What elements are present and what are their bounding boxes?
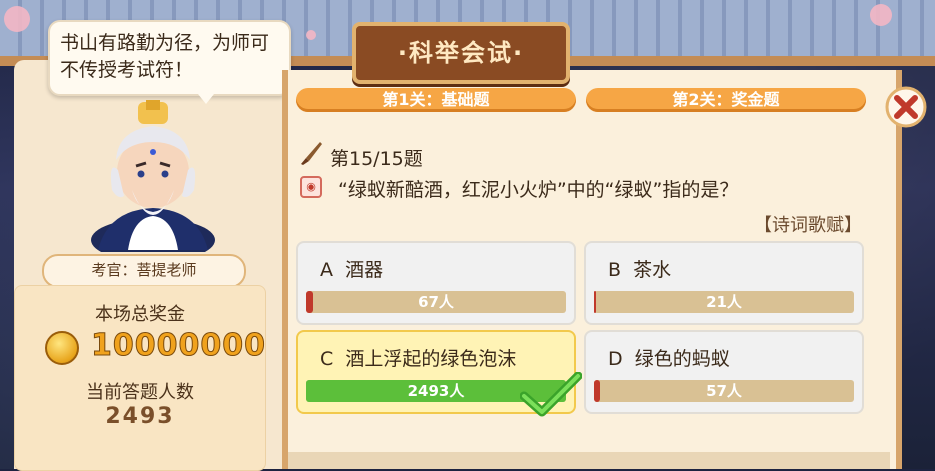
participants-title: 当前答题人数	[86, 382, 194, 403]
close-icon[interactable]	[880, 86, 932, 128]
question-progress: 第15/15题	[330, 148, 423, 170]
option-label: D 绿色的蚂蚁	[608, 344, 730, 371]
option-letter: D	[608, 348, 623, 370]
question-text: “绿蚁新醅酒，红泥小火炉”中的“绿蚁”指的是？	[338, 179, 739, 201]
option-label: A 酒器	[320, 255, 383, 282]
option-a[interactable]: A 酒器 67人	[296, 241, 576, 325]
option-text: 茶水	[633, 259, 672, 281]
option-b[interactable]: B 茶水 21人	[584, 241, 864, 325]
question-icon: ◉	[300, 176, 322, 198]
vote-bar: 57人	[594, 380, 854, 402]
vote-count: 67人	[418, 293, 454, 311]
vote-count: 57人	[706, 382, 742, 400]
stage-tab-2[interactable]: 第2关：奖金题	[586, 88, 866, 112]
prize-panel: 本场总奖金 10000000 当前答题人数 2493	[14, 285, 266, 471]
prize-amount: 10000000	[91, 328, 266, 364]
blossom-decoration	[306, 30, 316, 40]
option-label: C 酒上浮起的绿色泡沫	[320, 344, 516, 371]
question-category: 【诗词歌赋】	[754, 215, 862, 236]
stage-tab-label: 第2关：奖金题	[672, 90, 780, 109]
option-label: B 茶水	[608, 255, 671, 282]
vote-bar: 67人	[306, 291, 566, 313]
blossom-decoration	[4, 6, 30, 32]
title-plaque: ·科举会试·	[352, 22, 570, 84]
option-letter: B	[608, 259, 622, 281]
option-d[interactable]: D 绿色的蚂蚁 57人	[584, 330, 864, 414]
vote-bar: 21人	[594, 291, 854, 313]
examiner-avatar	[91, 100, 215, 252]
coin-icon	[45, 331, 79, 365]
option-letter: C	[320, 348, 334, 370]
check-icon	[520, 372, 582, 417]
stage-tab-1[interactable]: 第1关：基础题	[296, 88, 576, 112]
option-text: 酒器	[345, 259, 384, 281]
brush-icon	[301, 142, 322, 165]
examiner-nameplate: 考官：菩提老师	[42, 254, 246, 288]
option-letter: A	[320, 259, 333, 281]
blossom-decoration	[870, 4, 892, 26]
bottom-status-strip	[288, 452, 890, 469]
option-text: 绿色的蚂蚁	[634, 348, 730, 370]
stage-tab-label: 第1关：基础题	[382, 90, 490, 109]
prize-title: 本场总奖金	[95, 304, 185, 325]
speech-bubble: 书山有路勤为径，为师可不传授考试符！	[48, 20, 291, 104]
option-text: 酒上浮起的绿色泡沫	[345, 348, 517, 370]
examiner-name: 考官：菩提老师	[91, 261, 197, 279]
page-title: ·科举会试·	[397, 39, 525, 67]
speech-text: 书山有路勤为径，为师可不传授考试符！	[60, 32, 270, 81]
participants-count: 2493	[105, 404, 175, 429]
vote-count: 21人	[706, 293, 742, 311]
